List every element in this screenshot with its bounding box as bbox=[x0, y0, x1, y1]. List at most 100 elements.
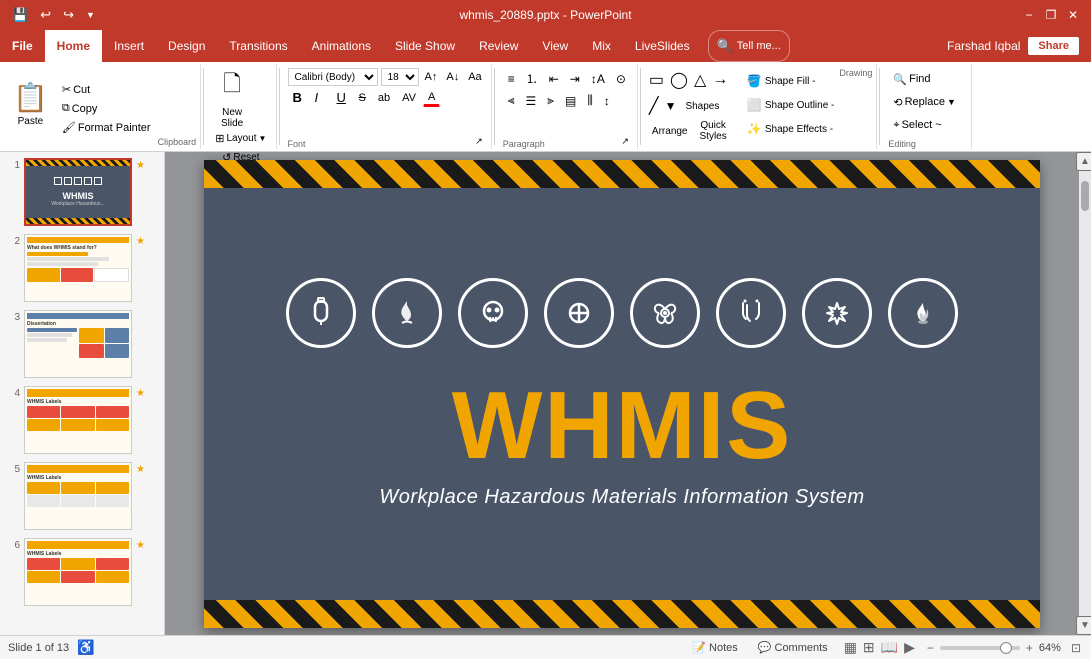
notes-button[interactable]: 📝 Notes bbox=[686, 641, 743, 654]
shape-outline-button[interactable]: ⬜ Shape Outline - bbox=[742, 94, 839, 116]
menu-slideshow[interactable]: Slide Show bbox=[383, 30, 467, 62]
slide-thumb-2[interactable]: 2 What does WHMIS stand for? bbox=[4, 232, 160, 304]
increase-indent-button[interactable]: ⇥ bbox=[565, 70, 585, 88]
slide-thumb-3[interactable]: 3 Dissertation bbox=[4, 308, 160, 380]
close-button[interactable]: ✕ bbox=[1063, 5, 1083, 25]
justify-button[interactable]: ▤ bbox=[560, 92, 581, 110]
shape-rect[interactable]: ▭ bbox=[647, 68, 666, 92]
slideshow-view-button[interactable]: ▶ bbox=[902, 639, 917, 656]
menu-home[interactable]: Home bbox=[45, 30, 102, 62]
slide-panel: 1 WHMIS Workplace Hazardous... ★ bbox=[0, 152, 165, 635]
scroll-up-button[interactable]: ▲ bbox=[1076, 152, 1091, 171]
accessibility-icon: ♿ bbox=[77, 639, 94, 656]
font-name-select[interactable]: Calibri (Body) bbox=[288, 68, 378, 86]
menu-mix[interactable]: Mix bbox=[580, 30, 623, 62]
replace-icon: ⟲ bbox=[893, 96, 902, 109]
decrease-indent-button[interactable]: ⇤ bbox=[544, 70, 564, 88]
shape-arrow[interactable]: → bbox=[710, 69, 730, 91]
replace-button[interactable]: ⟲ Replace ▼ bbox=[888, 91, 961, 113]
menu-view[interactable]: View bbox=[530, 30, 580, 62]
arrange-button[interactable]: Arrange bbox=[647, 120, 693, 142]
layout-button[interactable]: ⊞ Layout ▼ bbox=[210, 130, 271, 147]
paragraph-expand-button[interactable]: ↗ bbox=[619, 134, 631, 149]
scroll-down-button[interactable]: ▼ bbox=[1076, 616, 1091, 635]
increase-font-button[interactable]: A↑ bbox=[422, 69, 441, 85]
menu-file[interactable]: File bbox=[0, 30, 45, 62]
strikethrough-button[interactable]: S bbox=[354, 90, 371, 106]
quick-styles-button[interactable]: QuickStyles bbox=[695, 120, 732, 142]
slide-sorter-button[interactable]: ⊞ bbox=[861, 639, 877, 656]
cut-button[interactable]: ✂ Cut bbox=[57, 81, 156, 98]
comments-button[interactable]: 💬 Comments bbox=[752, 641, 834, 654]
slide-count: Slide 1 of 13 bbox=[8, 642, 69, 654]
customize-qat-button[interactable]: ▼ bbox=[82, 8, 99, 22]
shape-triangle[interactable]: △ bbox=[692, 68, 708, 92]
bold-button[interactable]: B bbox=[288, 88, 308, 107]
menu-review[interactable]: Review bbox=[467, 30, 530, 62]
format-painter-button[interactable]: 🖌 Format Painter bbox=[57, 119, 156, 136]
clear-format-button[interactable]: Aa bbox=[465, 69, 484, 85]
font-color-button[interactable]: A bbox=[423, 89, 440, 107]
slide-thumb-1[interactable]: 1 WHMIS Workplace Hazardous... ★ bbox=[4, 156, 160, 228]
minimize-button[interactable]: − bbox=[1019, 5, 1039, 25]
line-spacing-button[interactable]: ↕ bbox=[599, 92, 615, 110]
clipboard-label: Clipboard bbox=[158, 137, 197, 147]
font-expand-button[interactable]: ↗ bbox=[473, 134, 485, 149]
zoom-out-button[interactable]: − bbox=[925, 641, 936, 655]
align-right-button[interactable]: ⫸ bbox=[542, 91, 559, 110]
undo-button[interactable]: ↩ bbox=[36, 5, 55, 25]
align-center-button[interactable]: ☰ bbox=[520, 92, 541, 110]
normal-view-button[interactable]: ▦ bbox=[842, 639, 859, 656]
columns-button[interactable]: ⫼ bbox=[582, 91, 598, 110]
text-shadow-button[interactable]: ab bbox=[373, 90, 395, 106]
copy-button[interactable]: ⧉ Copy bbox=[57, 100, 156, 117]
menu-transitions[interactable]: Transitions bbox=[217, 30, 299, 62]
reading-view-button[interactable]: 📖 bbox=[879, 639, 900, 656]
shape-effects-button[interactable]: ✨ Shape Effects - bbox=[742, 118, 839, 140]
bullets-button[interactable]: ≡ bbox=[503, 70, 520, 88]
shape-more[interactable]: ▼ bbox=[663, 97, 679, 115]
canvas-area: WHMIS Workplace Hazardous Materials Info… bbox=[165, 152, 1079, 635]
char-spacing-button[interactable]: AV bbox=[397, 90, 421, 106]
tell-me-box[interactable]: 🔍 Tell me... bbox=[708, 30, 790, 62]
fit-slide-button[interactable]: ⊡ bbox=[1069, 641, 1083, 655]
menu-animations[interactable]: Animations bbox=[300, 30, 383, 62]
main-content: 1 WHMIS Workplace Hazardous... ★ bbox=[0, 152, 1091, 635]
save-button[interactable]: 💾 bbox=[8, 5, 32, 25]
align-left-button[interactable]: ⫷ bbox=[503, 91, 520, 110]
text-direction-button[interactable]: ↕A bbox=[586, 70, 610, 88]
numbering-button[interactable]: ⒈ bbox=[521, 68, 543, 89]
slide-thumb-5[interactable]: 5 WHMIS Labels ★ bbox=[4, 460, 160, 532]
find-button[interactable]: 🔍 Find bbox=[888, 68, 961, 90]
zoom-in-button[interactable]: + bbox=[1024, 641, 1035, 655]
select-button[interactable]: ⌖ Select ~ bbox=[888, 114, 961, 136]
user-area: Farshad Iqbal Share bbox=[935, 30, 1091, 62]
zoom-thumb[interactable] bbox=[1000, 642, 1012, 654]
paste-button[interactable]: 📋 Paste bbox=[4, 68, 57, 140]
menu-insert[interactable]: Insert bbox=[102, 30, 156, 62]
scroll-thumb[interactable] bbox=[1081, 181, 1089, 211]
slide-preview-3: Dissertation bbox=[24, 310, 132, 378]
underline-button[interactable]: U bbox=[332, 88, 352, 107]
zoom-slider[interactable] bbox=[940, 646, 1020, 650]
font-size-select[interactable]: 18 bbox=[381, 68, 419, 86]
shape-line[interactable]: ╱ bbox=[647, 94, 661, 118]
decrease-font-button[interactable]: A↓ bbox=[443, 69, 462, 85]
zoom-level: 64% bbox=[1039, 642, 1061, 654]
convert-smartart-button[interactable]: ⊙ bbox=[611, 70, 631, 88]
slide-thumb-6[interactable]: 6 WHMIS Labels ★ bbox=[4, 536, 160, 608]
share-button[interactable]: Share bbox=[1028, 37, 1079, 55]
hazard-icon-5 bbox=[630, 278, 700, 348]
italic-button[interactable]: I bbox=[310, 88, 330, 107]
menu-liveslides[interactable]: LiveSlides bbox=[623, 30, 702, 62]
shapes-button[interactable]: Shapes bbox=[680, 95, 724, 117]
redo-button[interactable]: ↪ bbox=[59, 5, 78, 25]
shape-oval[interactable]: ◯ bbox=[668, 68, 690, 92]
shape-fill-button[interactable]: 🪣 Shape Fill - bbox=[742, 70, 839, 92]
slide-subtitle: Workplace Hazardous Materials Informatio… bbox=[379, 486, 864, 509]
slide-thumb-4[interactable]: 4 WHMIS Labels ★ bbox=[4, 384, 160, 456]
new-slide-button[interactable]: 🗋 NewSlide bbox=[210, 68, 254, 128]
menu-design[interactable]: Design bbox=[156, 30, 217, 62]
canvas-scrollbar: ▲ ▼ bbox=[1079, 152, 1091, 635]
restore-button[interactable]: ❐ bbox=[1041, 5, 1061, 25]
